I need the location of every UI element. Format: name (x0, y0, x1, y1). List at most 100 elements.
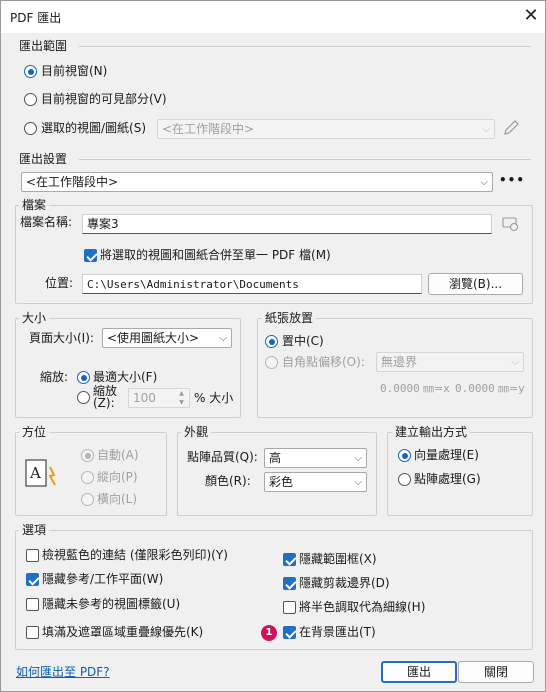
blue-links-label[interactable]: 檢視藍色的連結 (僅限彩色列印)(Y) (42, 547, 228, 563)
export-settings-header: 匯出設置 (19, 152, 68, 166)
zoom-value: 100 (133, 391, 156, 405)
zoom-stepper[interactable]: 100 ▲ ▼ (128, 388, 190, 408)
combo-value: <使用圖紙大小> (107, 331, 200, 345)
region-overlap-label[interactable]: 填滿及遮罩區域重疊線優先(K) (42, 624, 203, 640)
title-bar: PDF 匯出 ✕ (1, 1, 545, 33)
divider (79, 46, 531, 47)
orientation-landscape-radio[interactable] (81, 493, 94, 506)
page-size-combo[interactable]: <使用圖紙大小> ⌵ (102, 328, 232, 348)
center-label[interactable]: 置中(C) (282, 333, 324, 349)
chevron-down-icon: ⌵ (354, 477, 362, 488)
chevron-down-icon: ⌵ (219, 333, 227, 344)
options-group-label: 選項 (19, 523, 50, 537)
zoom-radio[interactable] (77, 391, 90, 404)
color-combo[interactable]: 彩色 ⌵ (264, 472, 367, 492)
close-button[interactable]: 關閉 (458, 661, 534, 683)
hide-ref-planes-label[interactable]: 隱藏參考/工作平面(W) (42, 571, 163, 587)
combine-pdf-checkbox[interactable] (84, 249, 97, 262)
appearance-group-label: 外觀 (181, 425, 212, 439)
paper-placement-label: 紙張放置 (262, 311, 317, 325)
output-method-group-label: 建立輸出方式 (392, 425, 471, 439)
vector-label[interactable]: 向量處理(E) (414, 447, 479, 463)
blue-links-checkbox[interactable] (26, 549, 39, 562)
orientation-auto-label[interactable]: 自動(A) (97, 447, 139, 463)
orientation-landscape-label[interactable]: 橫向(L) (97, 491, 137, 507)
combine-pdf-label[interactable]: 將選取的視圖和圖紙合併至單一 PDF 檔(M) (100, 247, 331, 263)
page-size-label: 頁面大小(I): (29, 331, 94, 345)
export-button[interactable]: 匯出 (381, 661, 457, 683)
offset-y-value[interactable]: 0.0000 (455, 381, 495, 396)
chevron-down-icon: ⌵ (482, 124, 490, 135)
divider (79, 159, 531, 160)
help-link[interactable]: 如何匯出至 PDF? (16, 664, 110, 680)
stepper-up-icon[interactable]: ▲ (175, 390, 188, 398)
offset-combo[interactable]: 無邊界 ⌵ (376, 352, 524, 372)
dialog-title: PDF 匯出 (10, 11, 62, 25)
fit-label[interactable]: 最適大小(F) (93, 369, 157, 385)
combo-value: 高 (269, 451, 282, 465)
hide-unref-tags-checkbox[interactable] (26, 598, 39, 611)
combo-value: <在工作階段中> (162, 122, 255, 136)
center-radio[interactable] (265, 335, 278, 348)
raster-label[interactable]: 點陣處理(G) (414, 471, 481, 487)
file-name-value: 專案3 (87, 217, 119, 231)
visible-portion-radio[interactable] (24, 93, 37, 106)
offset-y-unit: ㎜=y (498, 382, 525, 395)
export-background-label[interactable]: 在背景匯出(T) (299, 624, 376, 640)
current-view-label[interactable]: 目前視窗(N) (41, 63, 107, 79)
color-label: 顏色(R): (205, 474, 251, 488)
selected-views-combo[interactable]: <在工作階段中> ⌵ (157, 119, 495, 139)
file-group-label: 檔案 (19, 198, 50, 212)
vector-radio[interactable] (398, 449, 411, 462)
chevron-down-icon: ⌵ (511, 357, 519, 368)
combo-value: 無邊界 (381, 355, 418, 369)
hide-scope-boxes-checkbox[interactable] (283, 553, 296, 566)
current-view-radio[interactable] (24, 65, 37, 78)
orientation-auto-radio[interactable] (81, 449, 94, 462)
chevron-down-icon: ⌵ (354, 453, 362, 464)
zoom-unit-label: % 大小 (194, 391, 234, 405)
export-range-header: 匯出範圍 (19, 39, 68, 53)
callout-badge: 1 (261, 625, 277, 641)
file-name-label: 檔案名稱: (20, 215, 73, 229)
selected-views-label[interactable]: 選取的視圖/圖紙(S) (41, 120, 146, 136)
pdf-export-dialog: PDF 匯出 ✕ 匯出範圍 目前視窗(N) 目前視窗的可見部分(V) 選取的視圖… (0, 0, 546, 692)
hide-scope-boxes-label[interactable]: 隱藏範圍框(X) (299, 551, 377, 567)
location-label: 位置: (45, 276, 74, 290)
zoom-option-label[interactable]: 縮放 (Z): (93, 385, 117, 409)
halftone-thin-lines-label[interactable]: 將半色調取代為細線(H) (299, 599, 425, 615)
export-background-checkbox[interactable] (283, 626, 296, 639)
fit-radio[interactable] (77, 371, 90, 384)
region-overlap-checkbox[interactable] (26, 626, 39, 639)
orientation-portrait-radio[interactable] (81, 471, 94, 484)
edit-pencil-icon[interactable] (501, 118, 521, 138)
orientation-group-label: 方位 (19, 425, 50, 439)
file-name-input[interactable]: 專案3 (82, 214, 492, 234)
combo-value: <在工作階段中> (26, 175, 119, 189)
stepper-down-icon[interactable]: ▼ (175, 399, 188, 407)
raster-quality-combo[interactable]: 高 ⌵ (264, 448, 367, 468)
offset-x-unit: ㎜=x (423, 382, 450, 395)
selected-views-radio[interactable] (24, 122, 37, 135)
hide-ref-planes-checkbox[interactable] (26, 573, 39, 586)
size-group-label: 大小 (19, 311, 50, 325)
hide-crop-boundaries-label[interactable]: 隱藏剪裁邊界(D) (299, 575, 390, 591)
offset-x-value[interactable]: 0.0000 (380, 381, 420, 396)
browse-button[interactable]: 瀏覽(B)... (428, 273, 523, 295)
visible-portion-label[interactable]: 目前視窗的可見部分(V) (41, 91, 167, 107)
location-input[interactable]: C:\Users\Administrator\Documents (82, 274, 422, 294)
combo-value: 彩色 (269, 475, 294, 489)
hide-crop-boundaries-checkbox[interactable] (283, 577, 296, 590)
more-options-icon[interactable]: ••• (499, 172, 525, 188)
file-name-settings-icon[interactable] (501, 214, 521, 234)
close-icon[interactable]: ✕ (520, 4, 542, 28)
orientation-portrait-label[interactable]: 縱向(P) (97, 469, 138, 485)
raster-radio[interactable] (398, 473, 411, 486)
offset-label[interactable]: 自角點偏移(O): (282, 354, 365, 370)
offset-radio[interactable] (265, 356, 278, 369)
halftone-thin-lines-checkbox[interactable] (283, 601, 296, 614)
export-settings-combo[interactable]: <在工作階段中> ⌵ (21, 172, 493, 192)
chevron-down-icon: ⌵ (480, 177, 488, 188)
hide-unref-tags-label[interactable]: 隱藏未參考的視圖標籤(U) (42, 596, 180, 612)
orientation-auto-icon: A (25, 459, 56, 487)
